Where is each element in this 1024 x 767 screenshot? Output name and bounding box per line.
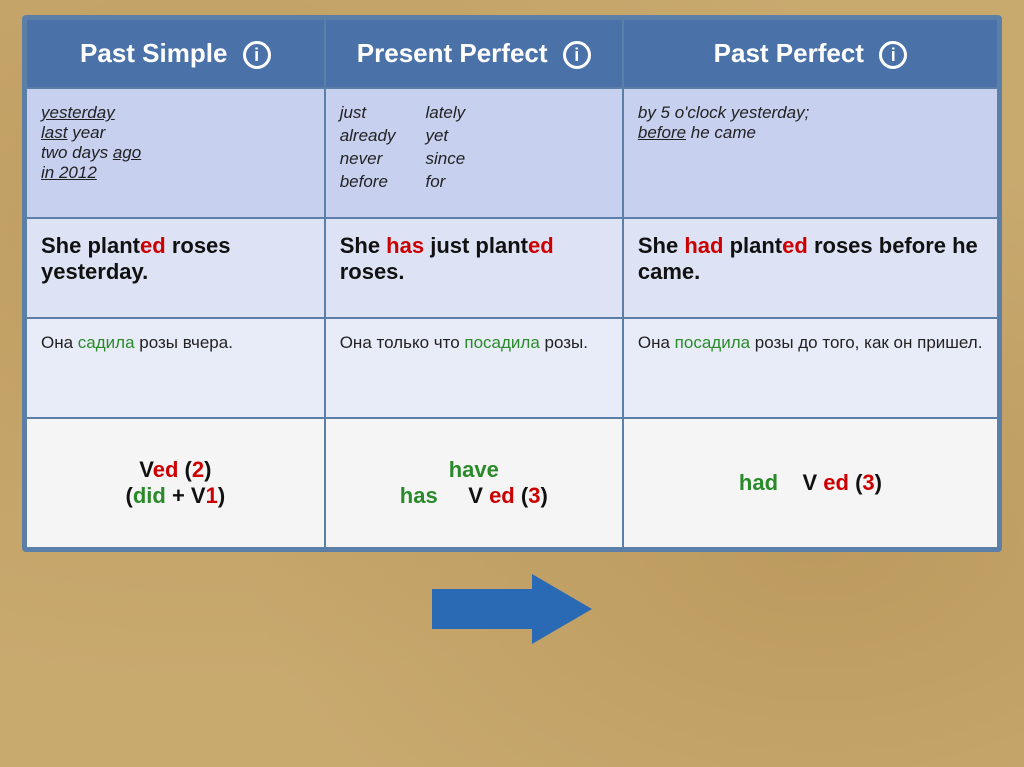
past-perfect-label: Past Perfect bbox=[714, 38, 864, 68]
time-pastperf-line1: by 5 o'clock yesterday; bbox=[638, 103, 983, 123]
sentence-past-simple: She planted roses yesterday. bbox=[26, 218, 325, 318]
time-pp-just: just bbox=[340, 103, 396, 123]
time-pp-never: never bbox=[340, 149, 396, 169]
header-past-perfect: Past Perfect i bbox=[623, 19, 998, 88]
time-pp-yet: yet bbox=[425, 126, 465, 146]
formula-past-simple: Ved (2) (did + V1) bbox=[26, 418, 325, 548]
present-perfect-label: Present Perfect bbox=[357, 38, 548, 68]
formula-pp-has-ved: has V ed (3) bbox=[336, 483, 612, 509]
info-icon-present-perfect[interactable]: i bbox=[563, 41, 591, 69]
time-pp-since: since bbox=[425, 149, 465, 169]
time-expressions-row: yesterday last year two days ago in 2012… bbox=[26, 88, 998, 218]
info-icon-past-perfect[interactable]: i bbox=[879, 41, 907, 69]
green-posadila-pastperf: посадила bbox=[675, 333, 750, 352]
time-pp-lately: lately bbox=[425, 103, 465, 123]
formula-row: Ved (2) (did + V1) have has V ed (3) had… bbox=[26, 418, 998, 548]
arrow-container bbox=[432, 564, 592, 644]
formula-ps-did: did bbox=[133, 483, 166, 508]
time-ps-two-days-ago: two days ago bbox=[41, 143, 310, 163]
time-pp-col2: lately yet since for bbox=[425, 103, 465, 192]
sentence-past-perfect: She had planted roses before he came. bbox=[623, 218, 998, 318]
formula-pp-ed: ed bbox=[489, 483, 515, 508]
sentence-row: She planted roses yesterday. She has jus… bbox=[26, 218, 998, 318]
header-past-simple: Past Simple i bbox=[26, 19, 325, 88]
formula-pastperf-had: had bbox=[739, 470, 778, 495]
past-simple-label: Past Simple bbox=[80, 38, 227, 68]
header-row: Past Simple i Present Perfect i Past Per… bbox=[26, 19, 998, 88]
translation-row: Она садила розы вчера. Она только что по… bbox=[26, 318, 998, 418]
green-sadila: садила bbox=[78, 333, 135, 352]
grammar-table: Past Simple i Present Perfect i Past Per… bbox=[25, 18, 999, 549]
translation-present-perfect: Она только что посадила розы. bbox=[325, 318, 623, 418]
sentence-present-perfect: She has just planted roses. bbox=[325, 218, 623, 318]
translation-past-simple: Она садила розы вчера. bbox=[26, 318, 325, 418]
formula-pp-have: have bbox=[336, 457, 612, 483]
time-past-simple: yesterday last year two days ago in 2012 bbox=[26, 88, 325, 218]
time-present-perfect: just already never before lately yet sin… bbox=[325, 88, 623, 218]
time-past-perfect: by 5 o'clock yesterday; before he came bbox=[623, 88, 998, 218]
main-table-wrapper: Past Simple i Present Perfect i Past Per… bbox=[22, 15, 1002, 552]
time-ps-last-year: last year bbox=[41, 123, 310, 143]
time-pastperf-line2: before he came bbox=[638, 123, 983, 143]
time-pp-for: for bbox=[425, 172, 465, 192]
formula-pp-have-word: have bbox=[449, 457, 499, 482]
arrow-icon bbox=[432, 574, 592, 644]
translation-past-perfect: Она посадила розы до того, как он пришел… bbox=[623, 318, 998, 418]
formula-ps-2: 2 bbox=[192, 457, 204, 482]
time-pp-before: before bbox=[340, 172, 396, 192]
red-ed-ps: ed bbox=[140, 233, 166, 258]
formula-pastperf-ed: ed bbox=[823, 470, 849, 495]
time-ps-in-2012: in 2012 bbox=[41, 163, 310, 183]
time-pp-col1: just already never before bbox=[340, 103, 396, 192]
green-posadila-pp: посадила bbox=[464, 333, 539, 352]
red-ed-pp: ed bbox=[528, 233, 554, 258]
red-had: had bbox=[684, 233, 723, 258]
time-ps-yesterday: yesterday bbox=[41, 103, 310, 123]
time-pp-already: already bbox=[340, 126, 396, 146]
red-ed-pastperf: ed bbox=[782, 233, 808, 258]
formula-ps-ed1: ed bbox=[153, 457, 179, 482]
formula-pp-3: 3 bbox=[528, 483, 540, 508]
formula-ps-line1: Ved (2) bbox=[37, 457, 314, 483]
info-icon-past-simple[interactable]: i bbox=[243, 41, 271, 69]
time-pp-cols: just already never before lately yet sin… bbox=[340, 103, 608, 192]
formula-past-perfect: had V ed (3) bbox=[623, 418, 998, 548]
header-present-perfect: Present Perfect i bbox=[325, 19, 623, 88]
red-has: has bbox=[386, 233, 424, 258]
formula-pastperf-3: 3 bbox=[862, 470, 874, 495]
formula-pp-has-word: has bbox=[400, 483, 438, 508]
formula-ps-1: 1 bbox=[206, 483, 218, 508]
formula-ps-line2: (did + V1) bbox=[37, 483, 314, 509]
formula-present-perfect: have has V ed (3) bbox=[325, 418, 623, 548]
